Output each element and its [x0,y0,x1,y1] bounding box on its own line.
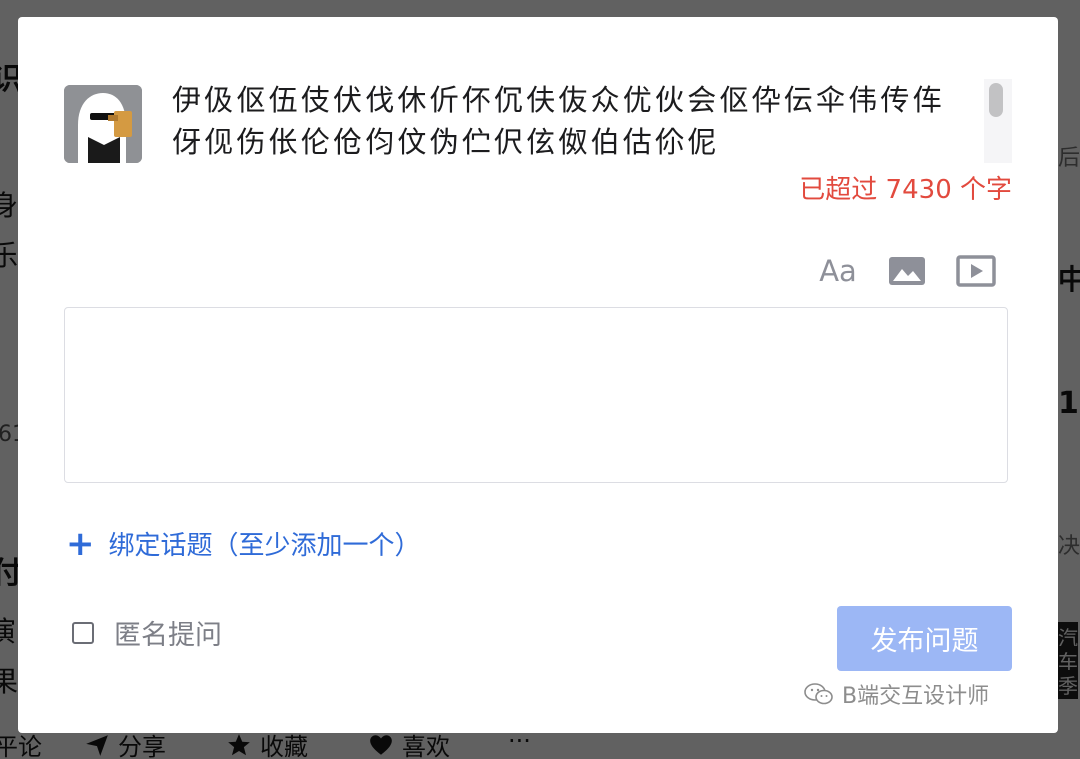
avatar [64,85,142,163]
anonymous-checkbox[interactable] [72,621,94,644]
font-icon: Aa [819,254,857,288]
insert-video-button[interactable] [955,253,997,289]
char-limit-warning: 已超过 7430 个字 [799,175,1012,205]
wechat-icon [804,683,833,705]
bind-topic-label: 绑定话题（至少添加一个） [108,531,421,561]
watermark: B端交互设计师 [804,678,989,710]
question-text[interactable]: 伊伋伛伍伎伏伐休伒伓伔伕伖众优伙会伛伜伝伞伟传伡伢伣伤伥伦伧伨伩伪伫伬伭伮伯估伱… [172,79,962,163]
publish-question-button[interactable]: 发布问题 [837,606,1012,671]
font-format-button[interactable]: Aa [818,253,858,289]
ask-question-modal: 伊伋伛伍伎伏伐休伒伓伔伕伖众优伙会伛伜伝伞伟传伡伢伣伤伥伦伧伨伩伪伫伬伭伮伯估伱… [18,17,1058,733]
question-scrollbar-thumb[interactable] [989,83,1003,117]
insert-image-button[interactable] [887,253,927,289]
anonymous-label: 匿名提问 [114,620,222,651]
watermark-text: B端交互设计师 [842,684,990,709]
video-icon [956,255,996,287]
avatar-image [64,85,142,163]
plus-icon: + [66,523,95,564]
anonymous-option[interactable]: 匿名提问 [72,613,222,652]
image-icon [889,257,925,285]
bind-topic-link[interactable]: + 绑定话题（至少添加一个） [66,525,421,562]
description-editor[interactable] [64,307,1008,483]
